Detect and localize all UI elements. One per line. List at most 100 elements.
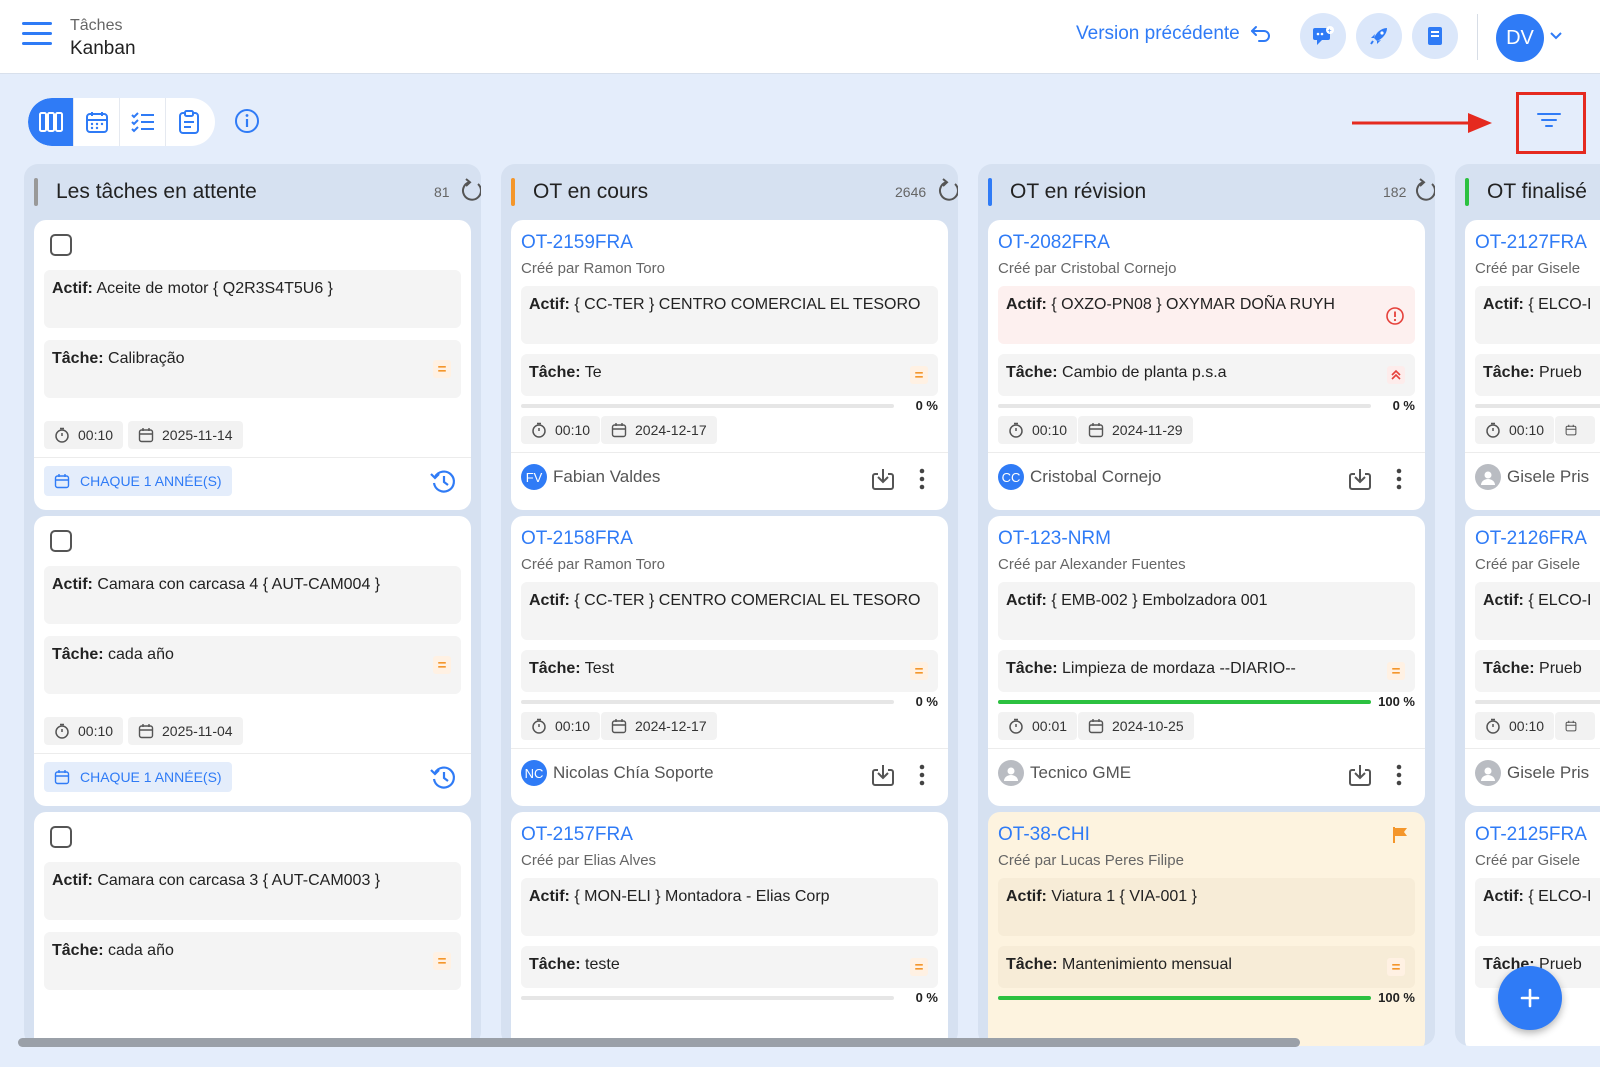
duration-chip: 00:10: [1475, 416, 1555, 444]
priority-medium-icon: =: [433, 360, 451, 378]
info-icon[interactable]: [234, 108, 260, 134]
column-color-bar: [988, 178, 992, 206]
assignee[interactable]: Tecnico GME: [998, 760, 1131, 786]
more-vertical-icon[interactable]: [1395, 764, 1403, 786]
asset-label: Actif:: [1006, 296, 1047, 313]
divider: [511, 452, 948, 453]
creator-label: Créé par Gisele: [1475, 260, 1581, 277]
recurrence-badge[interactable]: CHAQUE 1 ANNÉE(S): [44, 762, 232, 792]
timer-icon: [1009, 718, 1023, 734]
chevron-down-icon[interactable]: [1550, 30, 1562, 40]
work-order-card[interactable]: OT-2158FRA Créé par Ramon Toro Actif: { …: [511, 516, 948, 806]
recurrence-label: CHAQUE 1 ANNÉE(S): [80, 769, 222, 785]
list-view-button[interactable]: [120, 98, 166, 146]
task-box: Tâche: Mantenimiento mensual =: [998, 946, 1415, 988]
work-order-card[interactable]: OT-2126FRA Créé par Gisele Actif: { ELCO…: [1465, 516, 1600, 806]
task-card[interactable]: Actif: Camara con carcasa 4 { AUT-CAM004…: [34, 516, 471, 806]
divider: [511, 748, 948, 749]
more-vertical-icon[interactable]: [918, 468, 926, 490]
refresh-icon[interactable]: [935, 178, 958, 204]
kanban-columns-icon: [38, 112, 63, 132]
work-order-card[interactable]: OT-38-CHI Créé par Lucas Peres Filipe Ac…: [988, 812, 1425, 1046]
asset-value: Camara con carcasa 4 { AUT-CAM004 }: [97, 576, 381, 593]
download-icon[interactable]: [870, 762, 896, 788]
date-chip: 2024-12-17: [601, 712, 717, 740]
timer-icon: [1009, 422, 1023, 438]
work-order-id[interactable]: OT-123-NRM: [998, 528, 1111, 550]
select-checkbox[interactable]: [50, 234, 72, 256]
work-order-card[interactable]: OT-2159FRA Créé par Ramon Toro Actif: { …: [511, 220, 948, 510]
column-header: OT finalisé: [1455, 164, 1600, 220]
date-value: 2025-11-14: [162, 427, 233, 443]
download-icon[interactable]: [1347, 762, 1373, 788]
recurrence-badge[interactable]: CHAQUE 1 ANNÉE(S): [44, 466, 232, 496]
progress-bar: [1475, 700, 1600, 704]
download-icon[interactable]: [1347, 466, 1373, 492]
work-order-id[interactable]: OT-2082FRA: [998, 232, 1110, 254]
select-checkbox[interactable]: [50, 826, 72, 848]
previous-version-button[interactable]: Version précédente: [1076, 23, 1272, 45]
work-order-id[interactable]: OT-2127FRA: [1475, 232, 1587, 254]
date-chip: [1555, 416, 1595, 444]
task-card[interactable]: Actif: Aceite de motor { Q2R3S4T5U6 } Tâ…: [34, 220, 471, 510]
timer-icon: [532, 718, 546, 734]
date-value: 2024-10-25: [1112, 718, 1184, 734]
work-order-id[interactable]: OT-2125FRA: [1475, 824, 1587, 846]
assignee-avatar: NC: [521, 760, 547, 786]
task-card[interactable]: Actif: Camara con carcasa 3 { AUT-CAM003…: [34, 812, 471, 1046]
calendar-icon: [85, 112, 108, 133]
timer-icon: [55, 427, 69, 443]
menu-icon[interactable]: [22, 22, 52, 50]
select-checkbox[interactable]: [50, 530, 72, 552]
history-icon[interactable]: [429, 763, 457, 791]
work-order-card[interactable]: OT-2157FRA Créé par Elias Alves Actif: {…: [511, 812, 948, 1046]
column-header: Les tâches en attente 81: [24, 164, 481, 220]
work-order-card[interactable]: OT-123-NRM Créé par Alexander Fuentes Ac…: [988, 516, 1425, 806]
assignee[interactable]: CC Cristobal Cornejo: [998, 464, 1161, 490]
refresh-icon[interactable]: [458, 178, 481, 204]
work-order-card[interactable]: OT-2127FRA Créé par Gisele Actif: { ELCO…: [1465, 220, 1600, 510]
refresh-icon[interactable]: [1412, 178, 1435, 204]
creator-label: Créé par Cristobal Cornejo: [998, 260, 1177, 277]
chat-help-button[interactable]: +: [1300, 13, 1346, 59]
assignee-avatar: CC: [998, 464, 1024, 490]
filter-icon[interactable]: [1536, 110, 1562, 130]
task-box: Tâche: Limpieza de mordaza --DIARIO-- =: [998, 650, 1415, 692]
duration-chip: 00:10: [44, 421, 124, 449]
task-box: Tâche: cada año =: [44, 636, 461, 694]
timer-icon: [532, 422, 546, 438]
work-order-id[interactable]: OT-38-CHI: [998, 824, 1090, 846]
download-icon[interactable]: [870, 466, 896, 492]
work-order-card[interactable]: OT-2082FRA Créé par Cristobal Cornejo Ac…: [988, 220, 1425, 510]
calendar-small-icon: [1088, 719, 1104, 734]
user-avatar[interactable]: DV: [1496, 14, 1544, 62]
divider: [1465, 748, 1600, 749]
work-order-id[interactable]: OT-2158FRA: [521, 528, 633, 550]
more-vertical-icon[interactable]: [1395, 468, 1403, 490]
work-order-id[interactable]: OT-2159FRA: [521, 232, 633, 254]
horizontal-scrollbar[interactable]: [18, 1038, 1300, 1047]
assignee[interactable]: FV Fabian Valdes: [521, 464, 660, 490]
flag-icon: [1393, 827, 1407, 843]
work-order-id[interactable]: OT-2157FRA: [521, 824, 633, 846]
task-box: Tâche: cada año =: [44, 932, 461, 990]
assignee[interactable]: Gisele Pris: [1475, 464, 1589, 490]
progress-bar: [521, 996, 894, 1000]
add-work-order-button[interactable]: [1498, 966, 1562, 1030]
kanban-view-button[interactable]: [28, 98, 74, 146]
calendar-view-button[interactable]: [74, 98, 120, 146]
more-vertical-icon[interactable]: [918, 764, 926, 786]
assignee[interactable]: Gisele Pris: [1475, 760, 1589, 786]
launch-button[interactable]: [1356, 13, 1402, 59]
task-label: Tâche:: [52, 942, 104, 959]
work-order-id[interactable]: OT-2126FRA: [1475, 528, 1587, 550]
kanban-column-done: OT finalisé OT-2127FRA Créé par Gisele A…: [1455, 164, 1600, 1046]
assignee[interactable]: NC Nicolas Chía Soporte: [521, 760, 714, 786]
history-icon[interactable]: [429, 467, 457, 495]
report-view-button[interactable]: [166, 98, 212, 146]
priority-medium-icon: =: [1387, 662, 1405, 680]
duration-chip: 00:10: [1475, 712, 1555, 740]
progress-bar: [998, 996, 1371, 1000]
date-chip: 2024-10-25: [1078, 712, 1194, 740]
docs-button[interactable]: [1412, 13, 1458, 59]
